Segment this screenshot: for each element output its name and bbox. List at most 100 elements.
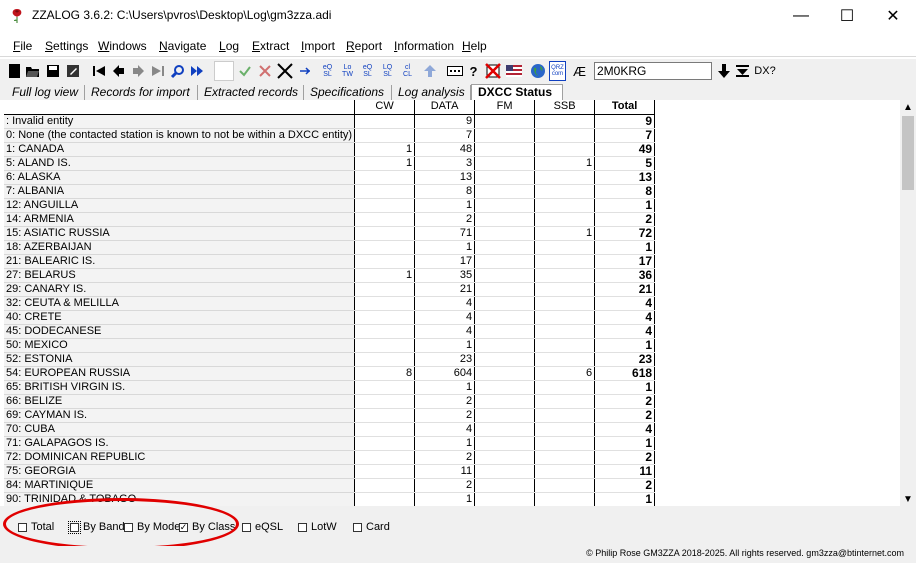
menu-windows[interactable]: Windows bbox=[98, 39, 147, 53]
table-row[interactable]: 71: GALAPAGOS IS. 1 1 bbox=[4, 436, 656, 451]
menu-information[interactable]: Information bbox=[394, 39, 454, 53]
find-icon[interactable] bbox=[169, 61, 186, 81]
close-button[interactable]: ✕ bbox=[870, 0, 916, 32]
scroll-up-icon[interactable]: ▲ bbox=[900, 100, 916, 114]
menu-extract[interactable]: Extract bbox=[252, 39, 289, 53]
scroll-thumb[interactable] bbox=[902, 116, 914, 190]
menu-file[interactable]: File bbox=[13, 39, 32, 53]
no-entry-icon[interactable] bbox=[484, 61, 501, 81]
column-header-fm[interactable]: FM bbox=[474, 100, 536, 115]
checkbox-card[interactable] bbox=[353, 522, 362, 532]
menu-report[interactable]: Report bbox=[346, 39, 382, 53]
table-row[interactable]: 69: CAYMAN IS. 2 2 bbox=[4, 408, 656, 423]
table-row[interactable]: 50: MEXICO 1 1 bbox=[4, 338, 656, 353]
table-row[interactable]: 54: EUROPEAN RUSSIA 8 604 6 618 bbox=[4, 366, 656, 381]
delete-icon[interactable] bbox=[276, 61, 293, 81]
clublog-icon[interactable]: cl CL bbox=[399, 61, 416, 81]
table-row[interactable]: : Invalid entity 9 9 bbox=[4, 114, 656, 129]
menu-log[interactable]: Log bbox=[219, 39, 239, 53]
dx-icon[interactable]: DX? bbox=[754, 61, 776, 81]
table-row[interactable]: 12: ANGUILLA 1 1 bbox=[4, 198, 656, 213]
qsl-lotw-icon[interactable]: Lo TW bbox=[339, 61, 356, 81]
ae-icon[interactable]: Æ bbox=[571, 61, 588, 81]
tab-full-log-view[interactable]: Full log view bbox=[6, 85, 85, 100]
tab-specifications[interactable]: Specifications bbox=[304, 85, 392, 100]
option-by-band[interactable]: By Band bbox=[68, 520, 125, 534]
tab-dxcc-status[interactable]: DXCC Status bbox=[471, 84, 563, 100]
table-row[interactable]: 0: None (the contacted station is known … bbox=[4, 128, 656, 143]
accept-icon[interactable] bbox=[236, 61, 253, 81]
keyboard-icon[interactable] bbox=[446, 61, 463, 81]
qsl-card-icon[interactable]: eQ SL bbox=[359, 61, 376, 81]
down-arrow-icon[interactable] bbox=[715, 61, 732, 81]
checkbox-lotw[interactable] bbox=[298, 522, 307, 532]
save-icon[interactable] bbox=[44, 61, 61, 81]
menu-navigate[interactable]: Navigate bbox=[159, 39, 206, 53]
table-row[interactable]: 15: ASIATIC RUSSIA 71 1 72 bbox=[4, 226, 656, 241]
fast-forward-icon[interactable] bbox=[189, 61, 206, 81]
option-eqsl[interactable]: eQSL bbox=[242, 521, 283, 533]
checkbox-by-mode[interactable] bbox=[124, 522, 133, 532]
table-row[interactable]: 29: CANARY IS. 21 21 bbox=[4, 282, 656, 297]
table-row[interactable]: 72: DOMINICAN REPUBLIC 2 2 bbox=[4, 450, 656, 465]
last-record-icon[interactable] bbox=[149, 61, 166, 81]
table-row[interactable]: 7: ALBANIA 8 8 bbox=[4, 184, 656, 199]
table-row[interactable]: 32: CEUTA & MELILLA 4 4 bbox=[4, 296, 656, 311]
checkbox-by-class[interactable]: ✓ bbox=[179, 522, 188, 532]
column-header-ssb[interactable]: SSB bbox=[534, 100, 596, 115]
checkbox-total[interactable] bbox=[18, 522, 27, 532]
minimize-button[interactable]: — bbox=[778, 0, 824, 32]
table-row[interactable]: 40: CRETE 4 4 bbox=[4, 310, 656, 325]
table-row[interactable]: 90: TRINIDAD & TOBAGO 1 1 bbox=[4, 492, 656, 506]
scroll-down-icon[interactable]: ▼ bbox=[900, 492, 916, 506]
help-icon[interactable]: ? bbox=[465, 61, 482, 81]
table-row[interactable]: 70: CUBA 4 4 bbox=[4, 422, 656, 437]
qrz-icon[interactable]: QRZ com bbox=[549, 61, 566, 81]
flag-icon[interactable] bbox=[505, 61, 522, 81]
table-row[interactable]: 14: ARMENIA 2 2 bbox=[4, 212, 656, 227]
menu-help[interactable]: Help bbox=[462, 39, 487, 53]
table-row[interactable]: 75: GEORGIA 11 11 bbox=[4, 464, 656, 479]
globe-icon[interactable] bbox=[529, 61, 546, 81]
table-row[interactable]: 66: BELIZE 2 2 bbox=[4, 394, 656, 409]
previous-record-icon[interactable] bbox=[110, 61, 127, 81]
blank-icon[interactable] bbox=[214, 61, 234, 81]
merge-icon[interactable] bbox=[296, 61, 313, 81]
checkbox-eqsl[interactable] bbox=[242, 522, 251, 532]
table-row[interactable]: 52: ESTONIA 23 23 bbox=[4, 352, 656, 367]
checkbox-by-band[interactable] bbox=[68, 520, 81, 534]
option-total[interactable]: Total bbox=[18, 521, 54, 533]
table-row[interactable]: 18: AZERBAIJAN 1 1 bbox=[4, 240, 656, 255]
sort-icon[interactable] bbox=[734, 61, 751, 81]
option-by-mode[interactable]: By Mode bbox=[124, 521, 180, 533]
option-lotw[interactable]: LotW bbox=[298, 521, 337, 533]
table-row[interactable]: 6: ALASKA 13 13 bbox=[4, 170, 656, 185]
table-row[interactable]: 5: ALAND IS. 1 3 1 5 bbox=[4, 156, 656, 171]
menu-settings[interactable]: Settings bbox=[45, 39, 88, 53]
vertical-scrollbar[interactable]: ▲ ▼ bbox=[900, 100, 916, 506]
tab-records-for-import[interactable]: Records for import bbox=[85, 85, 198, 100]
table-row[interactable]: 45: DODECANESE 4 4 bbox=[4, 324, 656, 339]
maximize-button[interactable]: ☐ bbox=[824, 0, 870, 32]
column-header-cw[interactable]: CW bbox=[354, 100, 416, 115]
first-record-icon[interactable] bbox=[90, 61, 107, 81]
next-record-icon[interactable] bbox=[129, 61, 146, 81]
reject-icon[interactable] bbox=[256, 61, 273, 81]
table-row[interactable]: 84: MARTINIQUE 2 2 bbox=[4, 478, 656, 493]
column-header-data[interactable]: DATA bbox=[414, 100, 476, 115]
column-header-total[interactable]: Total bbox=[594, 100, 656, 115]
tab-extracted-records[interactable]: Extracted records bbox=[198, 85, 304, 100]
table-row[interactable]: 27: BELARUS 1 35 36 bbox=[4, 268, 656, 283]
tab-log-analysis[interactable]: Log analysis bbox=[392, 85, 471, 100]
option-by-class[interactable]: ✓ By Class bbox=[179, 521, 235, 533]
option-card[interactable]: Card bbox=[353, 521, 390, 533]
table-row[interactable]: 1: CANADA 1 48 49 bbox=[4, 142, 656, 157]
callsign-input[interactable] bbox=[594, 62, 712, 80]
open-folder-icon[interactable] bbox=[24, 61, 41, 81]
log-qsl-icon[interactable]: LQ SL bbox=[379, 61, 396, 81]
new-file-icon[interactable] bbox=[6, 61, 23, 81]
table-row[interactable]: 21: BALEARIC IS. 17 17 bbox=[4, 254, 656, 269]
qsl-eqsl-icon[interactable]: eQ SL bbox=[319, 61, 336, 81]
table-row[interactable]: 65: BRITISH VIRGIN IS. 1 1 bbox=[4, 380, 656, 395]
menu-import[interactable]: Import bbox=[301, 39, 335, 53]
